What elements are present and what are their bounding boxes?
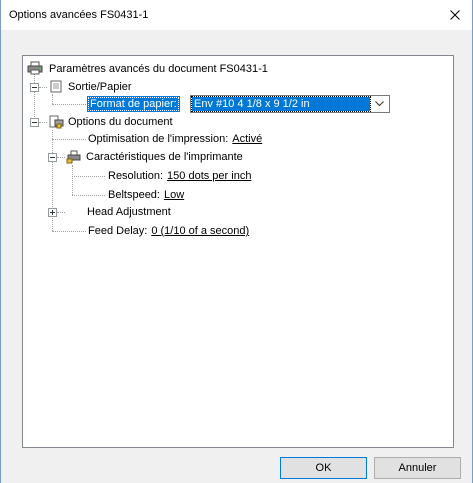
chevron-down-icon[interactable] (371, 97, 388, 111)
caracteristiques-label: Caractéristiques de l'imprimante (86, 151, 243, 163)
feed-delay-label: Feed Delay: (88, 225, 148, 237)
printer-icon (27, 61, 43, 75)
dialog-window: Options avancées FS0431-1 Paramètres ava… (0, 0, 473, 483)
tree-connector (52, 139, 86, 140)
tree-connector (57, 157, 65, 158)
window-title: Options avancées FS0431-1 (9, 9, 149, 21)
tree-item-head-adjustment[interactable]: Head Adjustment (84, 204, 171, 220)
tree-connector (34, 73, 35, 123)
beltspeed-label: Beltspeed: (108, 189, 160, 201)
optimisation-value[interactable]: Activé (232, 133, 262, 145)
options-label: Options du document (68, 116, 173, 128)
tree-connector (39, 87, 47, 88)
paper-format-dropdown[interactable]: Env #10 4 1/8 x 9 1/2 in (190, 95, 390, 113)
tree-item-options-document[interactable]: Options du document (65, 114, 173, 130)
printer-features-icon (66, 150, 81, 164)
head-adjustment-label: Head Adjustment (87, 206, 171, 218)
cancel-button[interactable]: Annuler (374, 457, 461, 479)
beltspeed-value[interactable]: Low (164, 189, 184, 201)
tree-item-caracteristiques[interactable]: Caractéristiques de l'imprimante (83, 149, 243, 165)
close-button[interactable] (438, 0, 472, 30)
tree-item-feed-delay[interactable]: Feed Delay: 0 (1/10 of a second) (85, 223, 249, 239)
collapse-toggle-caracteristiques[interactable] (48, 153, 57, 162)
format-de-papier-label[interactable]: Format de papier: (87, 96, 180, 112)
optimisation-label: Optimisation de l'impression: (88, 133, 229, 145)
tree-item-sortie-papier[interactable]: Sortie/Papier (65, 79, 132, 95)
document-options-icon (49, 115, 64, 129)
collapse-toggle-options[interactable] (30, 118, 39, 127)
feed-delay-value[interactable]: 0 (1/10 of a second) (151, 225, 249, 237)
root-label: Paramètres avancés du document FS0431-1 (49, 63, 268, 75)
paper-format-value: Env #10 4 1/8 x 9 1/2 in (191, 96, 371, 112)
tree-connector (57, 212, 65, 213)
ok-button[interactable]: OK (280, 457, 367, 479)
tree-connector (52, 94, 53, 104)
title-bar[interactable]: Options avancées FS0431-1 (1, 0, 472, 30)
resolution-label: Resolution: (108, 170, 164, 182)
close-icon (450, 10, 460, 20)
expand-toggle-head-adjustment[interactable] (48, 208, 57, 217)
resolution-value[interactable]: 150 dots per inch (167, 170, 251, 182)
tree-connector (72, 165, 73, 195)
tree-item-beltspeed[interactable]: Beltspeed: Low (105, 187, 184, 203)
paper-output-icon (50, 80, 62, 93)
tree-connector (72, 195, 105, 196)
tree-connector (52, 104, 86, 105)
sortie-label: Sortie/Papier (68, 81, 132, 93)
tree-connector (72, 176, 105, 177)
tree-item-root[interactable]: Paramètres avancés du document FS0431-1 (46, 61, 268, 77)
tree-connector (52, 231, 86, 232)
tree-item-optimisation[interactable]: Optimisation de l'impression: Activé (85, 131, 262, 147)
tree-connector (39, 122, 47, 123)
collapse-toggle-sortie[interactable] (30, 83, 39, 92)
tree-item-resolution[interactable]: Resolution: 150 dots per inch (105, 168, 251, 184)
